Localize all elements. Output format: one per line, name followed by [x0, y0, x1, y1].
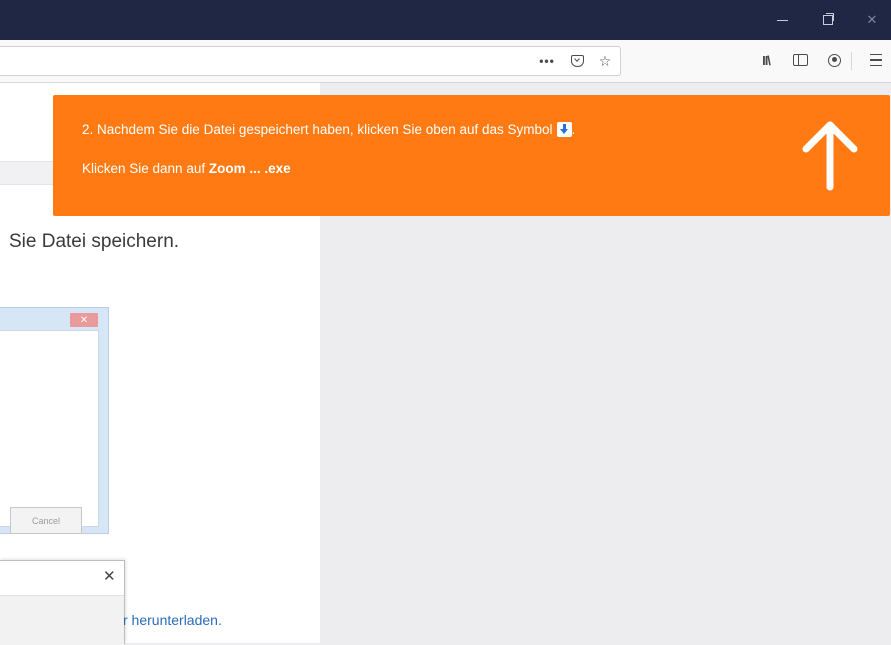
account-button[interactable]: [820, 46, 848, 74]
dialog-cancel-button: Cancel: [10, 507, 82, 534]
pocket-icon: [570, 55, 584, 67]
menu-icon: [870, 54, 882, 66]
close-window-button[interactable]: ✕: [850, 0, 891, 40]
url-bar[interactable]: ••• ☆: [0, 46, 621, 76]
menu-button[interactable]: [862, 46, 890, 74]
toolbar-separator: [851, 52, 852, 70]
banner-filename: Zoom ... .exe: [208, 161, 291, 176]
arrow-up-icon: [802, 121, 858, 191]
banner-line-2-prefix: Klicken Sie dann auf: [82, 161, 209, 176]
download-link[interactable]: r herunterladen.: [123, 612, 222, 628]
popup-body: [0, 595, 124, 645]
save-dialog-image: ✕ Cancel: [0, 307, 109, 534]
download-popup: ✕: [0, 560, 125, 645]
navigation-toolbar: ••• ☆ II\: [0, 40, 891, 83]
banner-line-2: Klicken Sie dann auf Zoom ... .exe: [82, 161, 291, 176]
banner-step-text: 2. Nachdem Sie die Datei gespeichert hab…: [82, 122, 553, 137]
banner-line-1-suffix: .: [571, 122, 576, 137]
pocket-button[interactable]: [566, 47, 588, 75]
library-icon[interactable]: II\: [752, 46, 780, 74]
bookmark-star-icon[interactable]: ☆: [594, 47, 616, 75]
popup-close-icon[interactable]: ✕: [103, 567, 116, 585]
window-title-bar: ✕: [0, 0, 891, 40]
banner-line-1: 2. Nachdem Sie die Datei gespeichert hab…: [82, 122, 575, 137]
dialog-body: Cancel: [0, 330, 99, 534]
minimize-icon: [776, 19, 788, 21]
sidebar-button[interactable]: [786, 46, 814, 74]
minimize-button[interactable]: [760, 0, 804, 40]
restore-icon: [823, 13, 834, 25]
close-icon: ✕: [866, 12, 878, 27]
account-icon: [827, 53, 841, 67]
sidebar-icon: [792, 54, 808, 66]
instruction-banner: 2. Nachdem Sie die Datei gespeichert hab…: [53, 95, 890, 216]
dialog-close-icon: ✕: [70, 313, 98, 327]
restore-button[interactable]: [806, 0, 850, 40]
page-actions-icon[interactable]: •••: [536, 47, 558, 75]
download-icon: [556, 122, 572, 137]
save-instruction-text: Sie Datei speichern.: [9, 231, 180, 252]
